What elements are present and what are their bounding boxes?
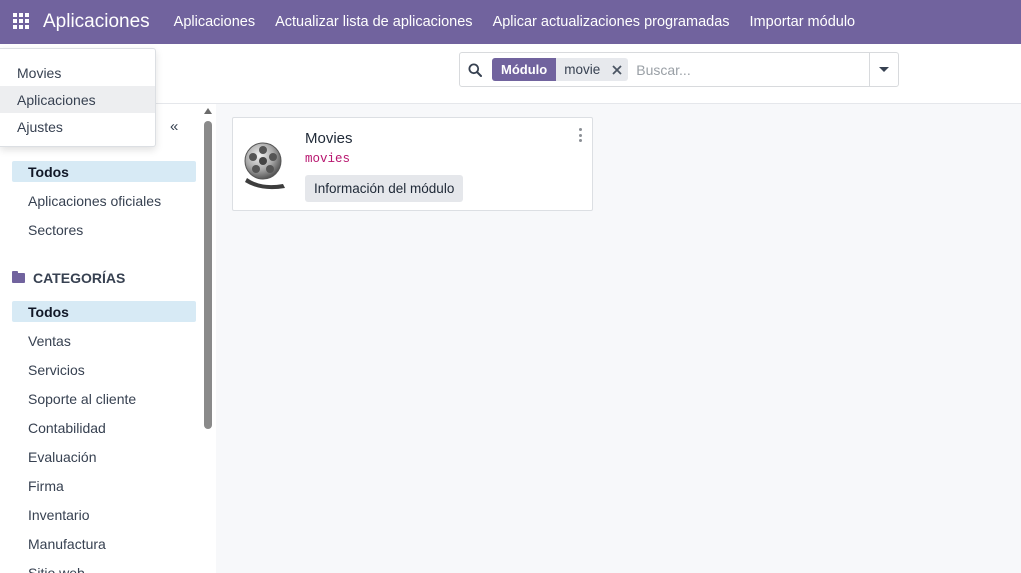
category-item-ventas[interactable]: Ventas <box>12 330 196 351</box>
category-item-soporte[interactable]: Soporte al cliente <box>12 388 196 409</box>
category-item-inventario[interactable]: Inventario <box>12 504 196 525</box>
search-options-toggle[interactable] <box>869 53 898 86</box>
category-item-sitio-web[interactable]: Sitio web <box>12 562 196 573</box>
category-item-servicios[interactable]: Servicios <box>12 359 196 380</box>
sidebar-scrollbar[interactable] <box>200 104 216 573</box>
search-icon[interactable] <box>460 53 490 86</box>
nav-menu-importar-modulo[interactable]: Importar módulo <box>740 14 866 30</box>
apps-dropdown-menu: Movies Aplicaciones Ajustes <box>0 48 156 147</box>
dropdown-item-ajustes[interactable]: Ajustes <box>0 113 155 140</box>
dropdown-item-movies[interactable]: Movies <box>0 59 155 86</box>
facet-value: movie <box>564 62 601 77</box>
module-card[interactable]: Movies movies Información del módulo <box>232 117 593 211</box>
categories-header: CATEGORÍAS <box>12 270 125 286</box>
category-item-firma[interactable]: Firma <box>12 475 196 496</box>
module-technical-name: movies <box>305 152 351 166</box>
search-input[interactable] <box>636 54 869 85</box>
nav-menu-aplicaciones[interactable]: Aplicaciones <box>164 14 265 30</box>
top-navbar: Aplicaciones Aplicaciones Actualizar lis… <box>0 0 1021 44</box>
scroll-up-arrow-icon[interactable] <box>204 108 212 114</box>
categories-title: CATEGORÍAS <box>33 270 126 286</box>
search-facet: Módulo movie <box>492 58 629 81</box>
folder-icon <box>12 271 25 283</box>
dropdown-item-aplicaciones[interactable]: Aplicaciones <box>0 86 155 113</box>
category-item-manufactura[interactable]: Manufactura <box>12 533 196 554</box>
app-grid-icon[interactable] <box>13 13 31 31</box>
nav-menu-actualizar-lista[interactable]: Actualizar lista de aplicaciones <box>265 14 482 30</box>
scrollbar-thumb[interactable] <box>204 121 212 429</box>
caret-down-icon <box>879 67 889 72</box>
filter-item-todos[interactable]: Todos <box>12 161 196 182</box>
module-title: Movies <box>305 130 353 147</box>
category-item-todos[interactable]: Todos <box>12 301 196 322</box>
collapse-sidebar-icon[interactable]: « <box>170 118 178 135</box>
sidebar: « Todos Aplicaciones oficiales Sectores … <box>0 104 216 573</box>
kebab-menu-icon[interactable] <box>577 128 583 142</box>
film-reel-icon <box>241 138 291 190</box>
search-bar: Módulo movie <box>459 52 899 87</box>
category-item-evaluacion[interactable]: Evaluación <box>12 446 196 467</box>
module-info-button[interactable]: Información del módulo <box>305 175 464 202</box>
facet-label: Módulo <box>492 58 557 81</box>
close-icon[interactable] <box>606 58 628 81</box>
nav-menu-aplicar-actualizaciones[interactable]: Aplicar actualizaciones programadas <box>483 14 740 30</box>
app-brand[interactable]: Aplicaciones <box>43 11 150 33</box>
main-content: Movies movies Información del módulo <box>216 104 1021 573</box>
category-item-contabilidad[interactable]: Contabilidad <box>12 417 196 438</box>
filter-item-aplicaciones-oficiales[interactable]: Aplicaciones oficiales <box>12 190 196 211</box>
filter-item-sectores[interactable]: Sectores <box>12 219 196 240</box>
